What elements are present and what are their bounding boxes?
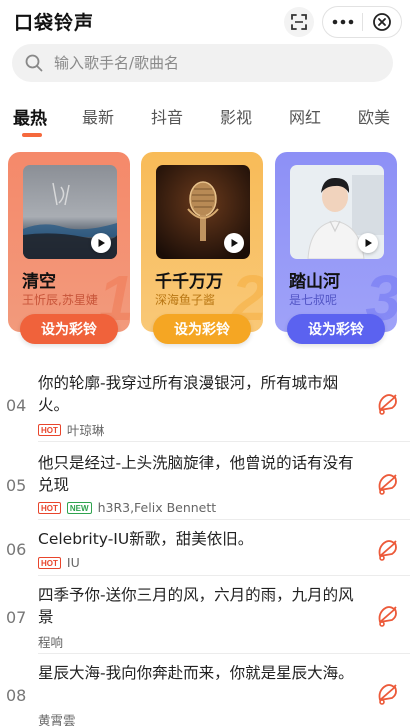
play-icon — [98, 239, 105, 247]
search-input[interactable] — [54, 54, 354, 72]
top-card-1[interactable]: 1 清空 王忻辰,苏星婕 — [8, 152, 130, 332]
top-card-3[interactable]: 3 踏山河 是七叔呢 — [275, 152, 397, 332]
album-cover — [156, 165, 250, 259]
ringtone-bell-icon[interactable] — [374, 390, 400, 416]
tab-hot[interactable]: 最热 — [13, 104, 47, 129]
top-card-2[interactable]: 2 千千万万 深海鱼子酱 — [141, 152, 263, 332]
top-bar: 口袋铃声 — [0, 0, 410, 42]
set-ringtone-button-1[interactable]: 设为彩铃 — [20, 314, 118, 344]
song-meta: HOT 叶琼琳 — [38, 420, 104, 439]
set-ringtone-button-2[interactable]: 设为彩铃 — [153, 314, 251, 344]
scan-icon — [291, 14, 307, 30]
artist-name: IU — [66, 555, 80, 570]
song-title: 四季予你-送你三月的风，六月的雨，九月的风景 — [38, 586, 354, 626]
artist-name: 黄霄雲 — [38, 713, 76, 726]
song-title: 千千万万 — [155, 272, 223, 292]
ringtone-bell-icon[interactable] — [374, 536, 400, 562]
list-item[interactable]: 05 他只是经过-上头洗脑旋律，他曾说的话有没有兑现 HOT NEW h3R3,… — [0, 442, 410, 520]
song-title: 清空 — [22, 272, 56, 292]
album-cover — [290, 165, 384, 259]
close-button[interactable] — [363, 7, 401, 37]
ringtone-bell-icon[interactable] — [374, 680, 400, 706]
album-cover — [23, 165, 117, 259]
play-button[interactable] — [91, 233, 111, 253]
play-icon — [365, 239, 372, 247]
rank-number: 08 — [6, 686, 27, 705]
search-icon — [25, 54, 43, 72]
song-meta: HOT IU — [38, 555, 80, 570]
artist-name: 王忻辰,苏星婕 — [22, 293, 98, 307]
artist-name: 是七叔呢 — [289, 293, 338, 307]
scan-button[interactable] — [284, 7, 314, 37]
category-tabs: 最热 最新 抖音 影视 网红 欧美 — [0, 98, 410, 138]
list-item[interactable]: 06 Celebrity-IU新歌，甜美依旧。 HOT IU — [0, 520, 410, 576]
play-icon — [231, 239, 238, 247]
hot-badge: HOT — [38, 501, 61, 514]
song-title: 踏山河 — [289, 272, 340, 292]
list-item[interactable]: 08 星辰大海-我向你奔赴而来，你就是星辰大海。 黄霄雲 — [0, 654, 410, 726]
hot-badge: HOT — [38, 556, 61, 569]
active-tab-indicator — [22, 133, 42, 137]
artist-name: 深海鱼子酱 — [155, 293, 216, 307]
list-item[interactable]: 07 四季予你-送你三月的风，六月的雨，九月的风景 程响 — [0, 576, 410, 654]
tab-douyin[interactable]: 抖音 — [151, 104, 183, 128]
rank-number: 04 — [6, 396, 27, 415]
tab-latest[interactable]: 最新 — [82, 104, 114, 128]
ringtone-bell-icon[interactable] — [374, 470, 400, 496]
more-button[interactable] — [323, 7, 362, 37]
play-button[interactable] — [224, 233, 244, 253]
tab-film-tv[interactable]: 影视 — [220, 104, 252, 128]
more-dots-icon — [332, 19, 353, 25]
hot-badge: HOT — [38, 423, 61, 436]
song-title: 星辰大海-我向你奔赴而来，你就是星辰大海。 — [38, 664, 354, 682]
tab-western[interactable]: 欧美 — [358, 104, 390, 128]
mini-program-capsule — [322, 6, 402, 38]
artist-name: h3R3,Felix Bennett — [97, 500, 217, 515]
artist-name: 叶琼琳 — [66, 423, 105, 438]
rank-number: 05 — [6, 476, 27, 495]
list-item[interactable]: 04 你的轮廓-我穿过所有浪漫银河，所有城市烟火。 HOT 叶琼琳 — [0, 362, 410, 442]
top-three-cards: 1 清空 王忻辰,苏星婕 — [0, 150, 410, 350]
rank-number: 06 — [6, 540, 27, 559]
song-meta: 程响 — [38, 632, 63, 651]
song-title: 你的轮廓-我穿过所有浪漫银河，所有城市烟火。 — [38, 374, 339, 414]
tab-internet-celebrity[interactable]: 网红 — [289, 104, 321, 128]
new-badge: NEW — [66, 501, 92, 514]
play-button[interactable] — [358, 233, 378, 253]
ringtone-bell-icon[interactable] — [374, 602, 400, 628]
app-title: 口袋铃声 — [14, 12, 95, 34]
song-meta: 黄霄雲 — [38, 710, 76, 726]
set-ringtone-button-3[interactable]: 设为彩铃 — [287, 314, 385, 344]
song-title: 他只是经过-上头洗脑旋律，他曾说的话有没有兑现 — [38, 454, 354, 494]
close-circle-icon — [373, 13, 391, 31]
artist-name: 程响 — [38, 635, 64, 650]
rank-number: 07 — [6, 608, 27, 627]
song-title: Celebrity-IU新歌，甜美依旧。 — [38, 530, 254, 548]
search-bar[interactable] — [12, 44, 393, 82]
song-meta: HOT NEW h3R3,Felix Bennett — [38, 500, 216, 515]
